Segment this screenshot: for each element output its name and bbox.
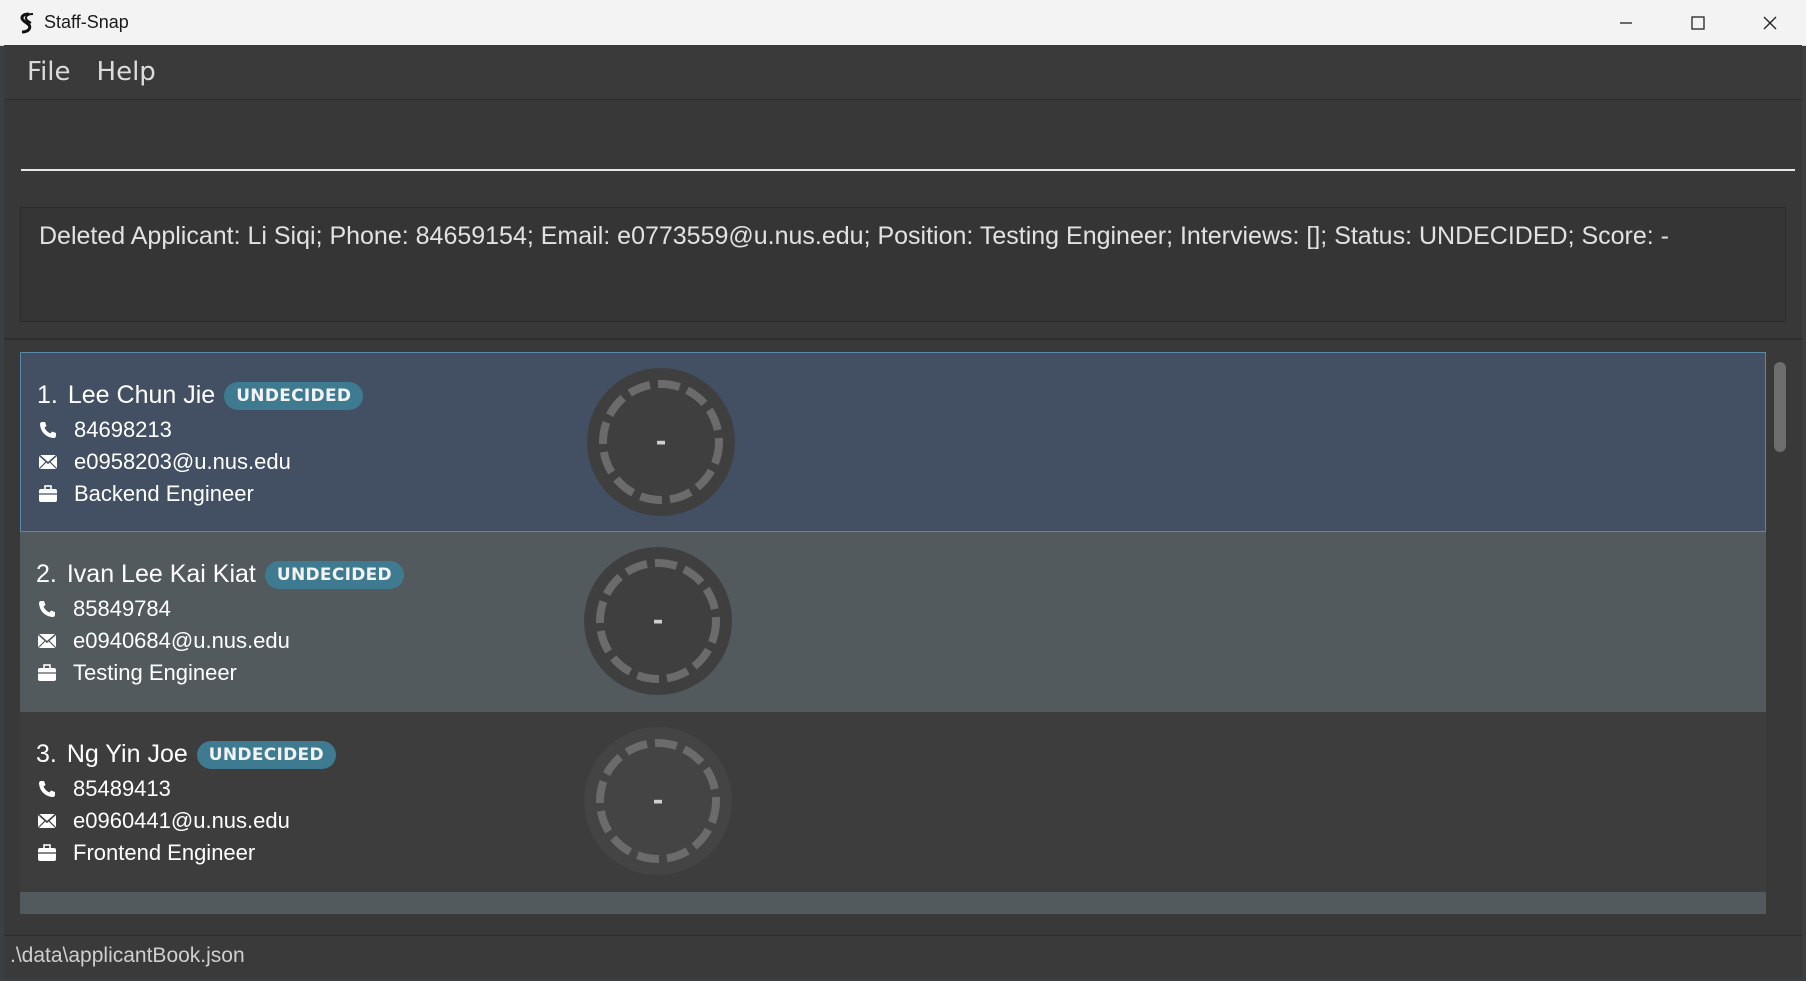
phone-icon [36,598,58,620]
applicant-name: Ivan Lee Kai Kiat [66,560,256,588]
applicant-index: 3. [36,740,57,768]
applicant-position: Frontend Engineer [73,840,256,865]
save-location: .\data\applicantBook.json [10,944,245,967]
applicant-position: Backend Engineer [74,481,254,506]
score-value: - [655,427,667,457]
applicant-card[interactable]: 1. Lee Chun Jie UNDECIDED 84698213 e0958… [20,352,1766,532]
applicant-phone: 85489413 [73,776,171,801]
score-gauge: - [583,546,733,696]
menu-file[interactable]: File [14,57,84,87]
maximize-button[interactable] [1662,0,1734,45]
applicant-name: Ng Yin Joe [66,740,188,768]
status-bar: .\data\applicantBook.json [4,935,1802,978]
score-value: - [652,606,664,636]
briefcase-icon [36,662,58,684]
status-badge: UNDECIDED [264,560,404,589]
envelope-icon [37,451,59,473]
phone-icon [37,419,59,441]
applicant-index: 1. [37,381,58,409]
applicant-list[interactable]: 1. Lee Chun Jie UNDECIDED 84698213 e0958… [20,352,1766,914]
envelope-icon [36,810,58,832]
command-input[interactable] [21,115,1795,171]
applicant-name: Lee Chun Jie [67,381,216,409]
applicant-phone: 84698213 [74,417,172,442]
status-badge: UNDECIDED [224,381,364,410]
briefcase-icon [36,842,58,864]
applicant-card[interactable] [20,892,1766,914]
maximize-icon [1691,15,1705,30]
score-gauge: - [583,726,733,876]
score-value: - [652,786,664,816]
minimize-icon [1620,21,1632,24]
applicant-card[interactable]: 3. Ng Yin Joe UNDECIDED 85489413 e096044… [20,712,1766,892]
phone-icon [36,778,58,800]
app-window: File Help Deleted Applicant: Li Siqi; Ph… [4,45,1802,978]
menu-help[interactable]: Help [84,57,169,87]
applicant-email: e0958203@u.nus.edu [74,449,291,474]
list-scrollbar[interactable] [1772,350,1786,910]
applicant-phone: 85849784 [73,596,171,621]
app-logo-icon [20,12,34,33]
close-icon [1763,16,1777,29]
score-gauge: - [586,367,736,517]
applicant-email: e0960441@u.nus.edu [73,808,290,833]
window-title: Staff-Snap [44,12,129,32]
minimize-button[interactable] [1590,0,1662,45]
menu-bar: File Help [4,45,1802,100]
result-message: Deleted Applicant: Li Siqi; Phone: 84659… [39,222,1669,250]
scrollbar-thumb[interactable] [1774,362,1786,452]
applicant-position: Testing Engineer [73,660,237,685]
briefcase-icon [37,483,59,505]
applicant-list-panel: 1. Lee Chun Jie UNDECIDED 84698213 e0958… [4,338,1802,930]
applicant-index: 2. [36,560,57,588]
result-display: Deleted Applicant: Li Siqi; Phone: 84659… [20,207,1786,322]
envelope-icon [36,630,58,652]
status-badge: UNDECIDED [196,740,336,769]
applicant-card[interactable]: 2. Ivan Lee Kai Kiat UNDECIDED 85849784 … [20,532,1766,712]
title-bar: Staff-Snap [0,0,1806,46]
close-button[interactable] [1734,0,1806,45]
applicant-email: e0940684@u.nus.edu [73,628,290,653]
